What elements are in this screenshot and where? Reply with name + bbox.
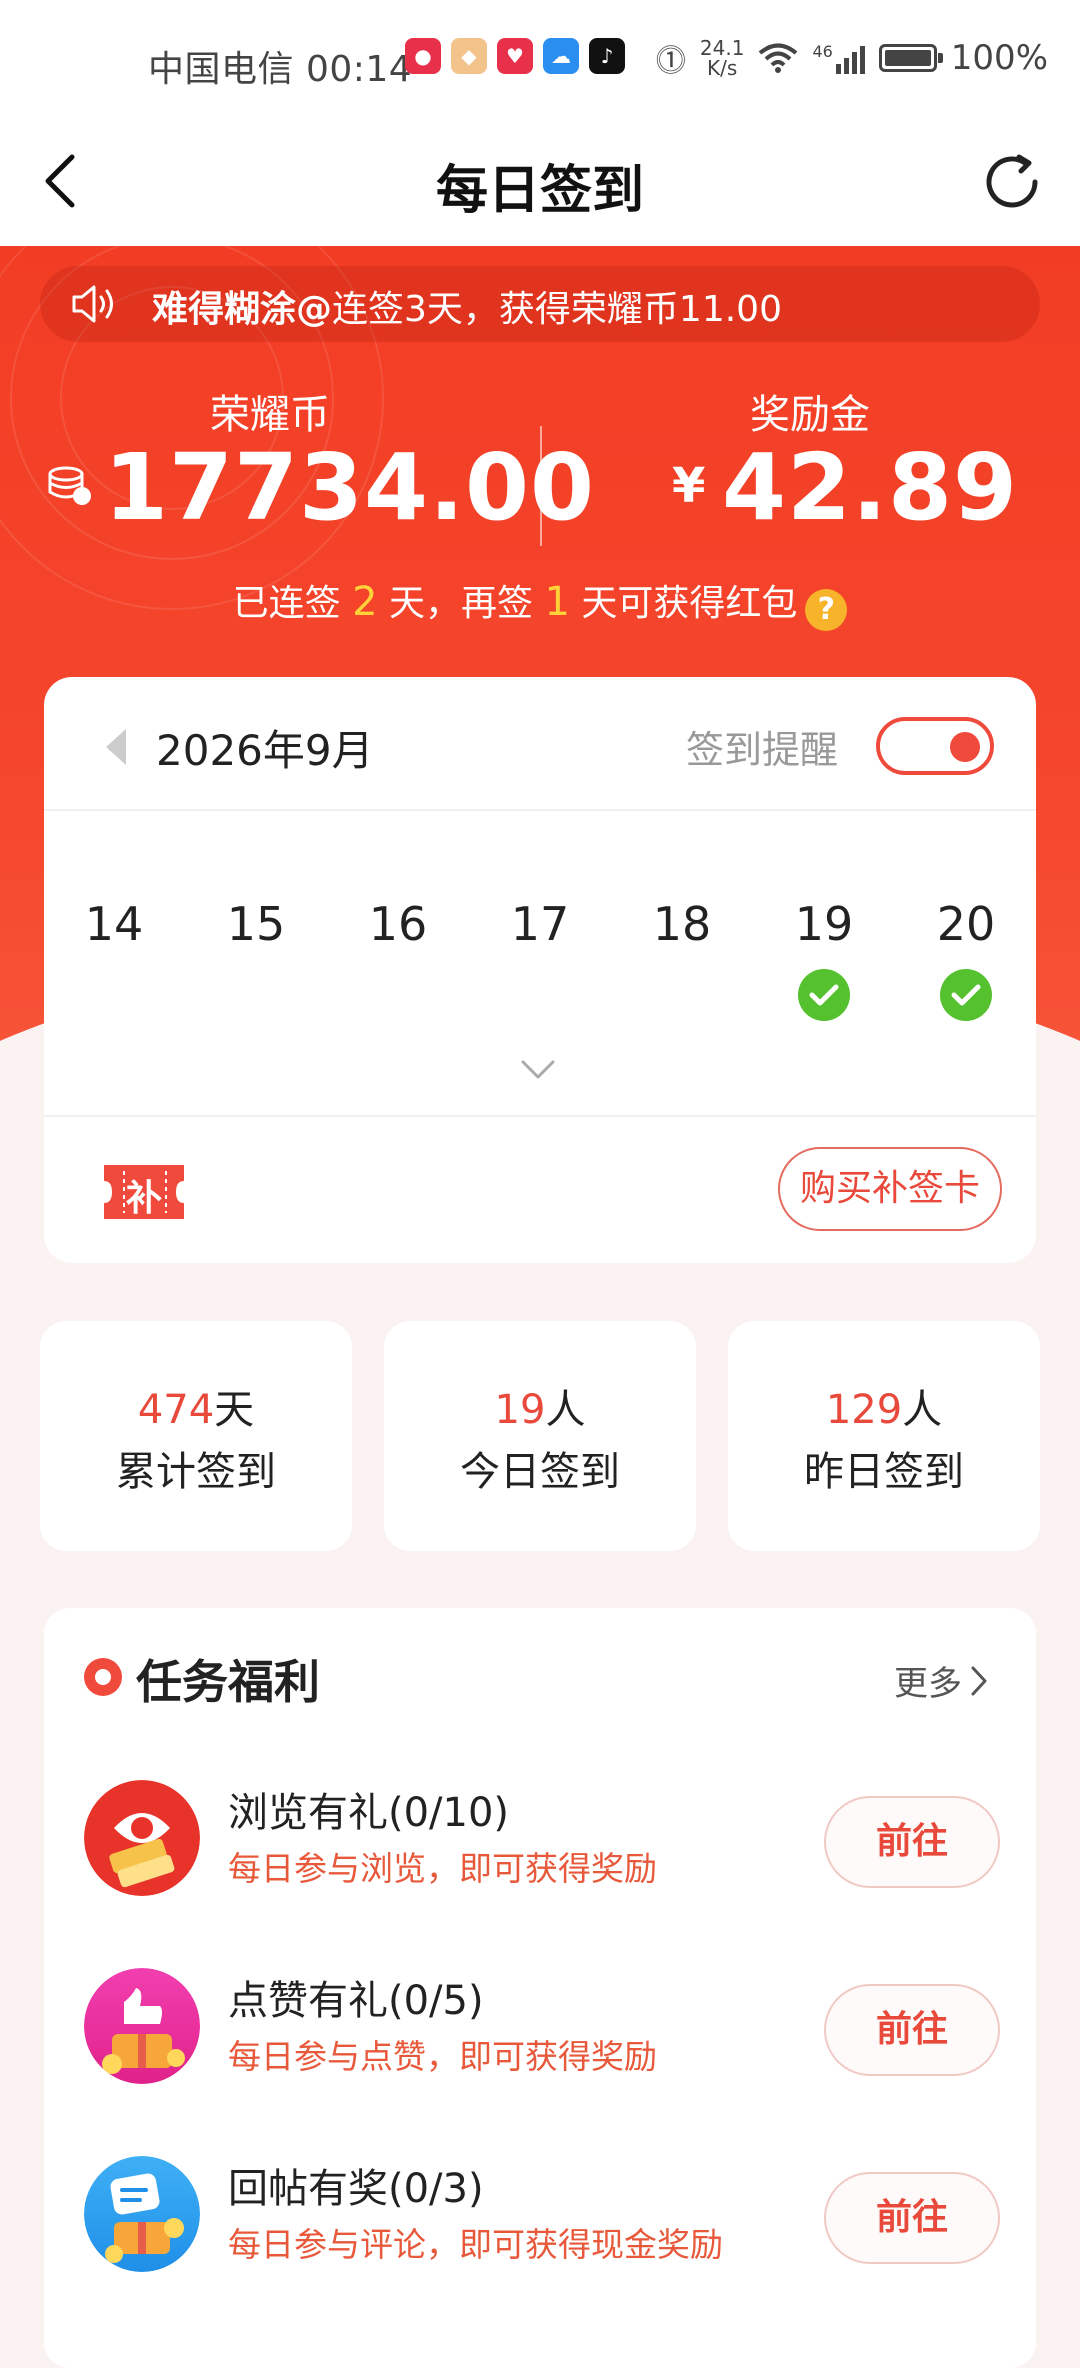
calendar-day[interactable]: 19 bbox=[774, 897, 874, 951]
calendar-day[interactable]: 14 bbox=[64, 897, 164, 951]
makeup-icon-text: 补 bbox=[126, 1178, 163, 1219]
task-desc: 每日参与点赞，即可获得奖励 bbox=[228, 2037, 657, 2076]
divider bbox=[44, 1115, 1036, 1117]
bonus-value: 42.89 bbox=[722, 434, 1019, 541]
calendar-day[interactable]: 18 bbox=[632, 897, 732, 951]
task-item: 浏览有礼(0/10) 每日参与浏览，即可获得奖励 前往 bbox=[44, 1758, 1036, 1918]
streak-middle: 天，再签 bbox=[377, 583, 545, 624]
task-section-title: 任务福利 bbox=[136, 1655, 320, 1709]
calendar-day[interactable]: 15 bbox=[206, 897, 306, 951]
prev-month-icon[interactable] bbox=[104, 727, 128, 767]
app-notification-icon: ● bbox=[405, 38, 441, 74]
stat-label: 累计签到 bbox=[116, 1449, 276, 1495]
ticker-user: 难得糊涂@ bbox=[152, 289, 333, 330]
stat-value: 474天 bbox=[40, 1377, 352, 1435]
task-go-button[interactable]: 前往 bbox=[824, 1796, 1000, 1888]
hd-call-icon: ⓵ bbox=[655, 44, 686, 79]
speaker-icon bbox=[72, 285, 113, 323]
app-notification-icon: ♪ bbox=[589, 38, 625, 74]
task-name: 回帖有奖(0/3) bbox=[228, 2166, 484, 2212]
toggle-knob bbox=[950, 732, 980, 762]
nav-bar: 每日签到 bbox=[0, 120, 1080, 246]
task-go-button[interactable]: 前往 bbox=[824, 1984, 1000, 2076]
app-notification-icon: ☁ bbox=[543, 38, 579, 74]
checked-icon bbox=[940, 969, 992, 1021]
stat-value: 19人 bbox=[384, 1377, 696, 1435]
task-go-button[interactable]: 前往 bbox=[824, 2172, 1000, 2264]
app-notification-icon: ♥ bbox=[497, 38, 533, 74]
stat-value: 129人 bbox=[728, 1377, 1040, 1435]
carrier-time: 中国电信 00:14 bbox=[148, 49, 413, 90]
refresh-icon bbox=[986, 154, 1038, 208]
reminder-toggle[interactable] bbox=[876, 717, 994, 775]
stat-label: 昨日签到 bbox=[804, 1449, 964, 1495]
task-name: 点赞有礼(0/5) bbox=[228, 1978, 484, 2024]
calendar-day[interactable]: 16 bbox=[348, 897, 448, 951]
status-indicators: ⓵ 24.1 K/s 46 100% bbox=[656, 36, 1048, 80]
stat-number: 19 bbox=[494, 1387, 546, 1433]
stat-unit: 人 bbox=[902, 1387, 943, 1433]
stat-card-yesterday: 129人 昨日签到 bbox=[728, 1321, 1040, 1551]
network-type: 46 bbox=[812, 42, 833, 61]
streak-remaining: 1 bbox=[544, 579, 570, 625]
task-card: 任务福利 更多 浏览有礼(0/10) 每日参与浏览，即可获得奖励 前往 点赞有礼… bbox=[44, 1608, 1036, 2368]
chevron-right-icon bbox=[971, 1666, 987, 1695]
app-notification-icon: ◆ bbox=[451, 38, 487, 74]
task-item: 回帖有奖(0/3) 每日参与评论，即可获得现金奖励 前往 bbox=[44, 2134, 1036, 2294]
ticker-text: 难得糊涂@连签3天，获得荣耀币11.00 bbox=[152, 280, 782, 332]
chevron-down-icon[interactable] bbox=[520, 1059, 556, 1081]
task-desc: 每日参与评论，即可获得现金奖励 bbox=[228, 2225, 723, 2264]
net-speed-value: 24.1 bbox=[699, 36, 745, 60]
hero-divider bbox=[540, 426, 542, 546]
stat-number: 474 bbox=[137, 1387, 215, 1433]
streak-text: 已连签 2 天，再签 1 天可获得红包? bbox=[0, 574, 1080, 631]
coins-label: 荣耀币 bbox=[210, 392, 330, 438]
page-title: 每日签到 bbox=[435, 161, 644, 221]
calendar-card: 2026年9月 签到提醒 14 15 16 17 18 19 20 补 购买补签… bbox=[44, 677, 1036, 1263]
stat-card-total: 474天 累计签到 bbox=[40, 1321, 352, 1551]
signal-icon: 46 bbox=[812, 42, 865, 74]
more-label: 更多 bbox=[894, 1664, 962, 1704]
calendar-day[interactable]: 20 bbox=[916, 897, 1016, 951]
help-icon[interactable]: ? bbox=[805, 589, 848, 631]
stat-number: 129 bbox=[825, 1387, 903, 1433]
buy-makeup-card-button[interactable]: 购买补签卡 bbox=[778, 1147, 1002, 1231]
streak-prefix: 已连签 bbox=[232, 583, 353, 624]
stat-unit: 人 bbox=[545, 1387, 586, 1433]
reply-gift-icon bbox=[84, 2156, 200, 2272]
net-speed: 24.1 K/s bbox=[700, 38, 745, 78]
calendar-day[interactable]: 17 bbox=[490, 897, 590, 951]
reminder-label: 签到提醒 bbox=[686, 728, 839, 772]
streak-days: 2 bbox=[352, 579, 378, 625]
bonus-label: 奖励金 bbox=[750, 392, 870, 438]
net-speed-unit: K/s bbox=[707, 56, 738, 80]
task-section-dot-icon bbox=[84, 1658, 122, 1696]
calendar-month: 2026年9月 bbox=[156, 726, 374, 775]
notification-icons: ● ◆ ♥ ☁ ♪ bbox=[405, 38, 625, 74]
makeup-card-icon: 补 bbox=[96, 1157, 192, 1231]
stat-label: 今日签到 bbox=[460, 1449, 620, 1495]
battery-icon bbox=[878, 44, 943, 72]
signin-ticker: 难得糊涂@连签3天，获得荣耀币11.00 bbox=[40, 266, 1040, 342]
bonus-currency: ¥ bbox=[672, 458, 706, 514]
status-bar: 中国电信 00:14 ● ◆ ♥ ☁ ♪ ⓵ 24.1 K/s 46 100% bbox=[0, 0, 1080, 120]
browse-gift-icon bbox=[84, 1780, 200, 1896]
task-desc: 每日参与浏览，即可获得奖励 bbox=[228, 1849, 657, 1888]
divider bbox=[44, 809, 1036, 811]
like-gift-icon bbox=[84, 1968, 200, 2084]
wifi-icon bbox=[759, 43, 798, 73]
more-tasks-link[interactable]: 更多 bbox=[894, 1656, 988, 1705]
stat-card-today: 19人 今日签到 bbox=[384, 1321, 696, 1551]
coins-icon bbox=[48, 466, 91, 505]
refresh-button[interactable] bbox=[972, 142, 1052, 222]
checked-icon bbox=[798, 969, 850, 1021]
task-item: 点赞有礼(0/5) 每日参与点赞，即可获得奖励 前往 bbox=[44, 1946, 1036, 2106]
coins-value: 17734.00 bbox=[104, 434, 596, 541]
ticker-message: 连签3天，获得荣耀币11.00 bbox=[332, 289, 782, 330]
task-name: 浏览有礼(0/10) bbox=[228, 1790, 510, 1836]
battery-level: 100% bbox=[950, 38, 1048, 78]
stat-unit: 天 bbox=[214, 1387, 255, 1433]
streak-suffix: 天可获得红包 bbox=[569, 583, 798, 624]
